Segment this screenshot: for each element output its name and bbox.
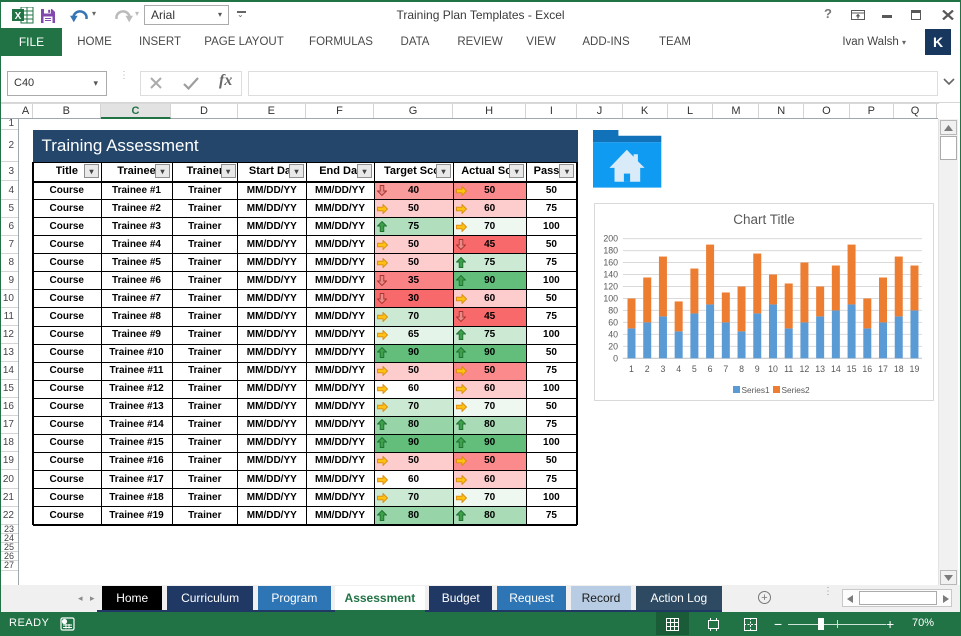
svg-text:15: 15: [847, 364, 857, 374]
svg-text:8: 8: [739, 364, 744, 374]
svg-text:60: 60: [608, 317, 618, 327]
svg-text:14: 14: [831, 364, 841, 374]
svg-text:Series1: Series1: [742, 385, 771, 395]
svg-text:180: 180: [603, 246, 618, 256]
svg-text:140: 140: [603, 270, 618, 280]
svg-text:17: 17: [878, 364, 888, 374]
svg-text:2: 2: [645, 364, 650, 374]
svg-text:200: 200: [603, 234, 618, 244]
svg-text:19: 19: [910, 364, 920, 374]
svg-text:6: 6: [708, 364, 713, 374]
svg-text:9: 9: [755, 364, 760, 374]
svg-text:13: 13: [815, 364, 825, 374]
svg-text:Chart Title: Chart Title: [733, 212, 795, 227]
svg-text:11: 11: [784, 364, 793, 374]
svg-text:160: 160: [603, 258, 618, 268]
svg-text:12: 12: [800, 364, 810, 374]
svg-text:18: 18: [894, 364, 904, 374]
svg-text:1: 1: [629, 364, 634, 374]
svg-text:4: 4: [676, 364, 681, 374]
svg-text:Series2: Series2: [782, 385, 811, 395]
svg-text:80: 80: [608, 305, 618, 315]
svg-text:5: 5: [692, 364, 697, 374]
svg-text:10: 10: [768, 364, 778, 374]
svg-text:3: 3: [660, 364, 665, 374]
svg-text:40: 40: [608, 329, 618, 339]
svg-text:16: 16: [862, 364, 872, 374]
svg-text:120: 120: [603, 281, 618, 291]
svg-text:20: 20: [608, 341, 618, 351]
svg-text:7: 7: [723, 364, 728, 374]
svg-text:0: 0: [613, 353, 618, 363]
svg-text:100: 100: [603, 293, 618, 303]
